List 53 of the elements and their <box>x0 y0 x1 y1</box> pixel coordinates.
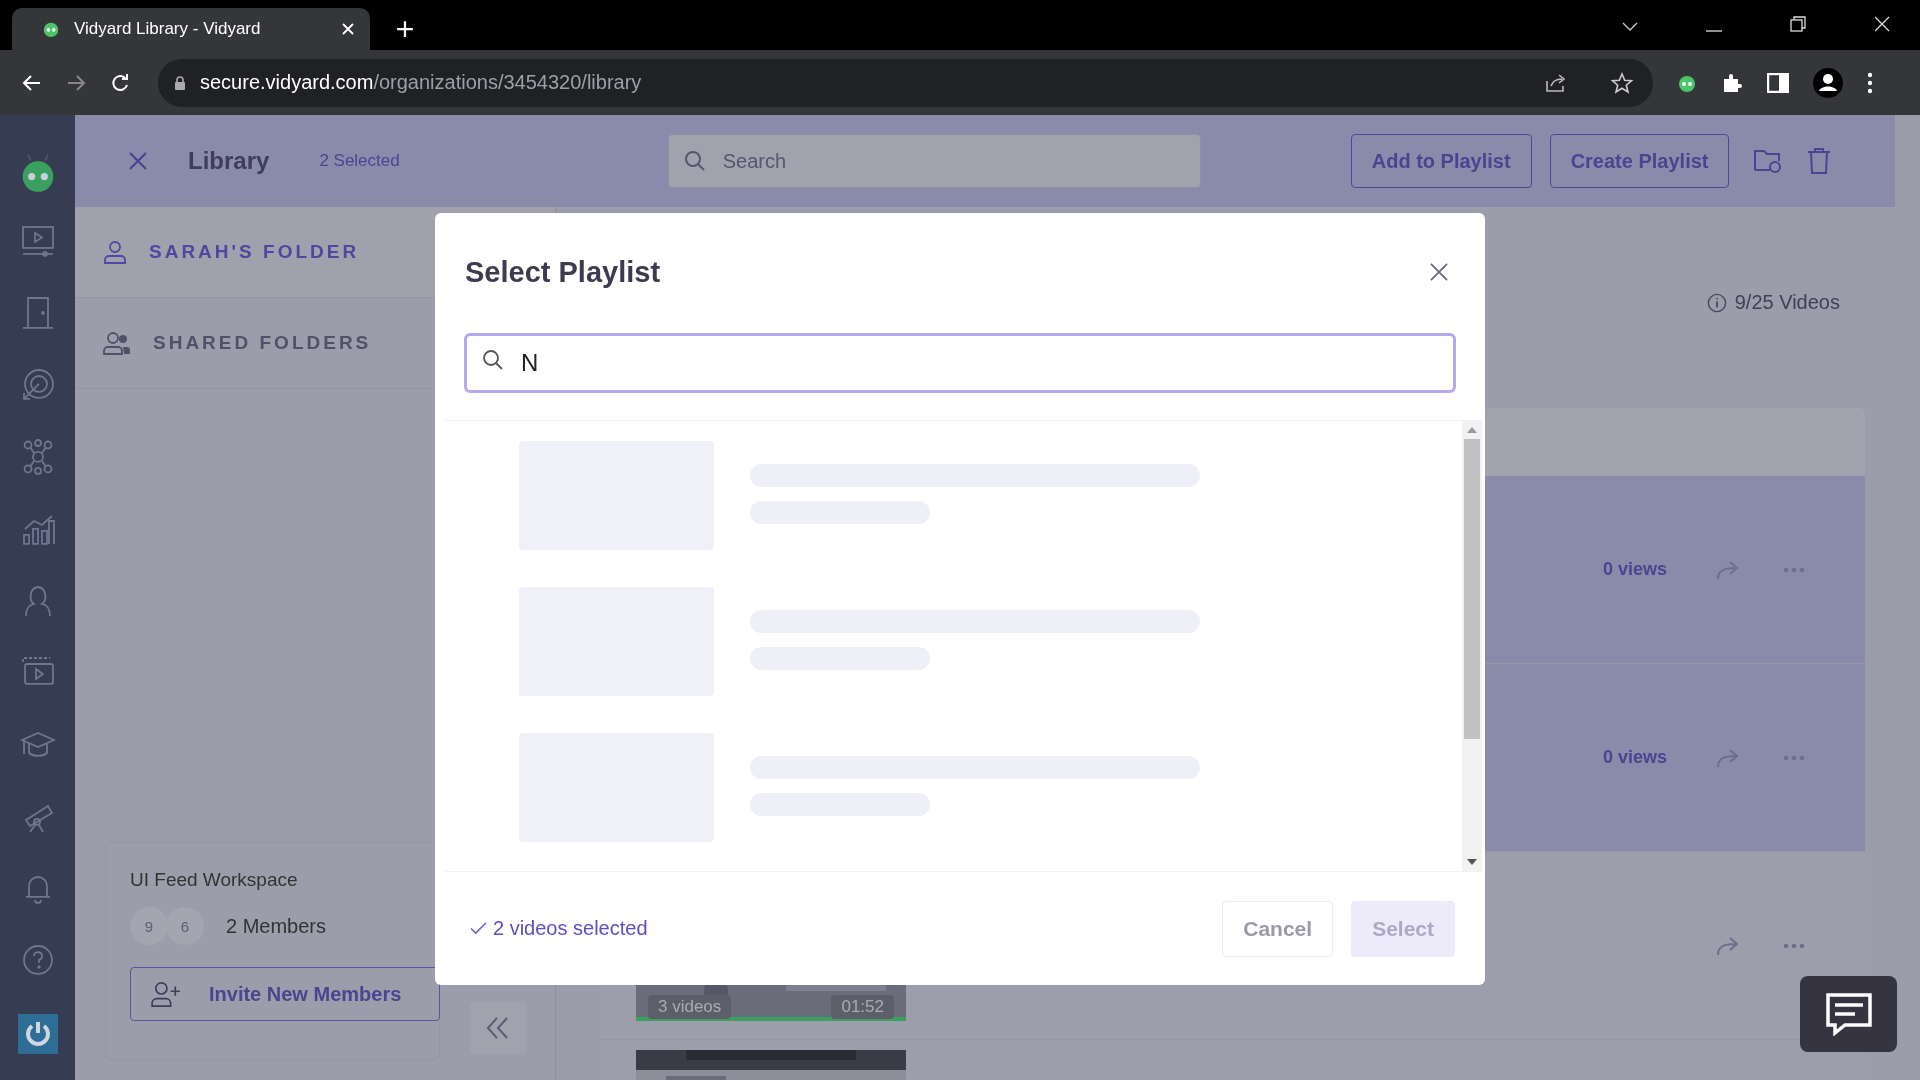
header-button[interactable]: Create Playlist <box>1549 134 1730 188</box>
member-count: 2 Members <box>226 914 327 938</box>
search-icon <box>683 150 706 172</box>
invite-button[interactable]: Invite New Members <box>130 967 440 1021</box>
url-text: secure.vidyard.com/organizations/3454320/library <box>200 71 642 94</box>
restore-icon[interactable] <box>1790 16 1806 32</box>
sidebar-icon[interactable] <box>1767 72 1789 93</box>
video-count: 9/25 Videos <box>1734 291 1840 314</box>
browser-tab[interactable]: Vidyard Library - Vidyard <box>12 8 370 50</box>
check-icon <box>470 922 487 935</box>
chevron-down-icon[interactable] <box>1622 22 1638 32</box>
workspace-name: UI Feed Workspace <box>130 869 299 891</box>
selected-count: 2 Selected <box>319 151 400 171</box>
scroll-down-icon[interactable] <box>1467 859 1477 865</box>
puzzle-icon[interactable] <box>1721 71 1743 94</box>
reload-icon[interactable] <box>110 72 130 93</box>
search-icon <box>482 349 504 371</box>
header-button[interactable]: Add to Playlist <box>1350 134 1532 188</box>
forward-icon[interactable] <box>66 72 86 93</box>
search-field[interactable]: Search <box>667 134 1201 188</box>
new-tab-icon[interactable] <box>396 20 414 38</box>
people-icon <box>103 331 131 355</box>
member-avatar: 6 <box>166 907 204 945</box>
tab-title: Vidyard Library - Vidyard <box>74 19 262 39</box>
double-chevron-left-icon <box>486 1017 510 1039</box>
power-icon[interactable] <box>17 1014 58 1054</box>
scroll-up-icon[interactable] <box>1467 427 1477 433</box>
info-icon <box>1706 292 1727 313</box>
trash-icon[interactable] <box>1807 147 1832 175</box>
dialog-button[interactable]: Cancel <box>1222 900 1334 957</box>
view-count: 0 views <box>1602 747 1667 768</box>
star-icon[interactable] <box>1611 71 1633 94</box>
folder-icon[interactable] <box>1753 148 1784 174</box>
profile-icon[interactable] <box>1813 67 1843 98</box>
add-person-icon <box>151 981 181 1007</box>
page-title: Library <box>188 147 270 175</box>
robot-icon <box>42 20 60 38</box>
member-avatar: 9 <box>130 907 168 945</box>
address-bar[interactable]: secure.vidyard.com/organizations/3454320/library <box>158 58 1653 107</box>
share-icon[interactable] <box>1545 72 1567 93</box>
view-count: 0 views <box>1602 559 1667 580</box>
playlist-badge: 3 videos <box>648 994 732 1019</box>
person-icon <box>103 240 127 264</box>
collapse-button[interactable] <box>470 1002 526 1054</box>
lock-icon <box>174 75 186 90</box>
chat-icon <box>1824 992 1873 1036</box>
more-icon[interactable] <box>1867 71 1873 94</box>
selection-note: 2 videos selected <box>470 917 648 940</box>
scrollbar[interactable] <box>1462 421 1482 871</box>
back-icon[interactable] <box>22 72 42 93</box>
duration-badge: 01:52 <box>831 994 894 1019</box>
chat-button[interactable] <box>1800 976 1897 1052</box>
playlist-search-field[interactable]: N <box>464 333 1456 393</box>
